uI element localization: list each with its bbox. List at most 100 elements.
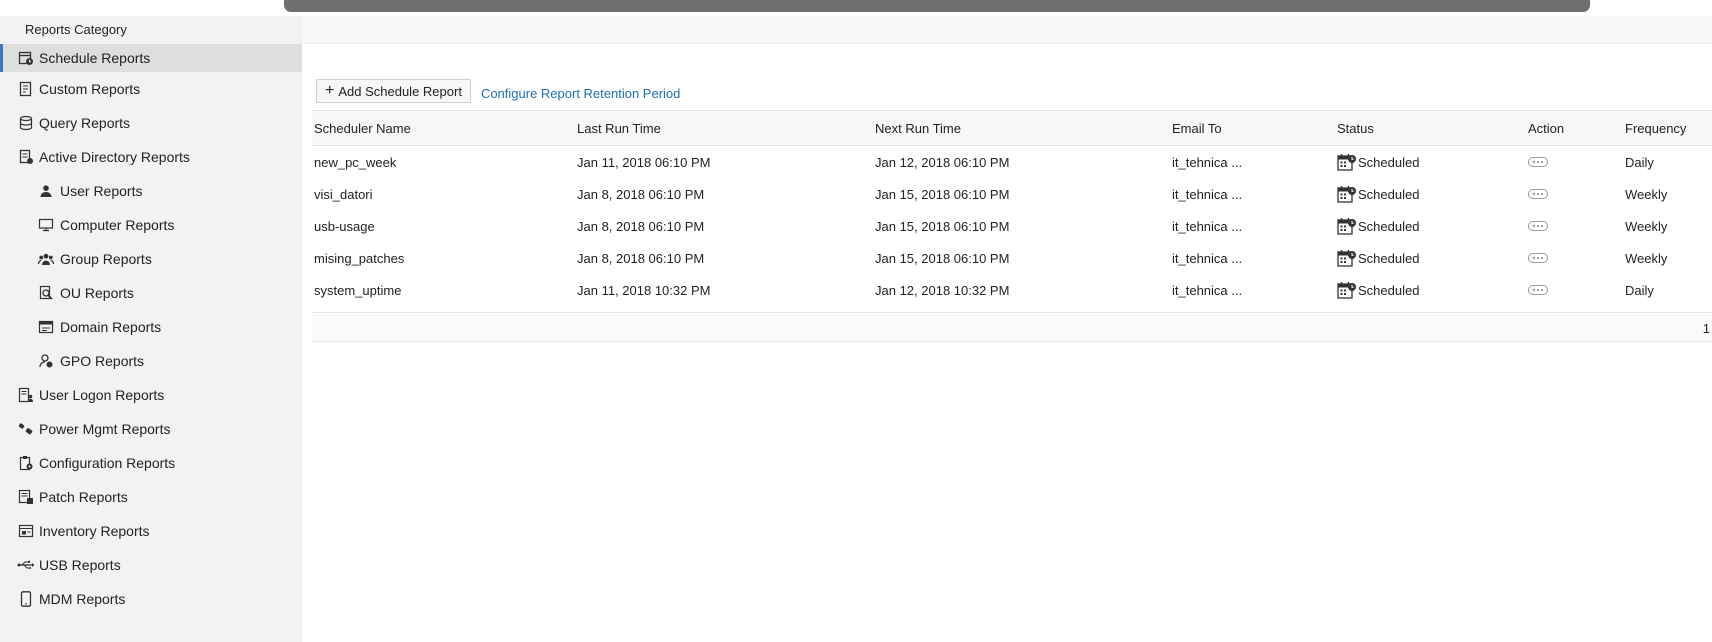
sidebar-item-label: Patch Reports [39,489,128,505]
sidebar-item-group-reports[interactable]: Group Reports [0,242,302,276]
domain-icon [36,317,56,337]
add-schedule-report-button[interactable]: + Add Schedule Report [316,79,471,103]
calendar-clock-icon [1337,153,1357,171]
cell-last-run-time: Jan 8, 2018 06:10 PM [577,218,705,234]
cell-status: Scheduled [1337,210,1419,242]
page-number[interactable]: 1 [1703,321,1710,336]
sidebar-item-label: User Reports [60,183,143,199]
table-row[interactable]: visi_datori Jan 8, 2018 06:10 PM Jan 15, 2… [312,178,1712,210]
computer-icon [36,215,56,235]
sidebar-item-query-reports[interactable]: Query Reports [0,106,302,140]
cell-status: Scheduled [1337,146,1419,178]
cell-frequency: Daily [1625,282,1654,298]
sidebar-item-mdm-reports[interactable]: MDM Reports [0,582,302,616]
cell-last-run-time: Jan 8, 2018 06:10 PM [577,250,705,266]
more-actions-icon[interactable] [1528,221,1548,231]
table-row[interactable]: new_pc_week Jan 11, 2018 06:10 PM Jan 12, … [312,146,1712,178]
table-row[interactable]: usb-usage Jan 8, 2018 06:10 PM Jan 15, 201… [312,210,1712,242]
cell-scheduler-name[interactable]: usb-usage [314,210,375,242]
cell-frequency: Weekly [1625,250,1668,266]
sidebar-item-label: USB Reports [39,557,121,573]
sidebar-item-schedule-reports[interactable]: Schedule Reports [0,44,302,72]
sidebar-item-inventory-reports[interactable]: Inventory Reports [0,514,302,548]
active-directory-icon [16,147,36,167]
cell-last-run-time: Jan 11, 2018 10:32 PM [577,282,711,298]
sidebar-header: Reports Category [25,22,127,37]
custom-reports-icon [16,79,36,99]
column-header-scheduler-name[interactable]: Scheduler Name [314,111,411,145]
sidebar-item-label: Inventory Reports [39,523,150,539]
cell-status: Scheduled [1337,178,1419,210]
table-row[interactable]: system_uptime Jan 11, 2018 10:32 PM Jan 12… [312,274,1712,306]
sidebar-item-custom-reports[interactable]: Custom Reports [0,72,302,106]
cell-last-run-time: Jan 8, 2018 06:10 PM [577,186,705,202]
cell-action [1528,242,1548,274]
cell-frequency: Weekly [1625,218,1668,234]
more-actions-icon[interactable] [1528,157,1548,167]
mobile-device-icon [16,589,36,609]
usb-icon [16,555,36,575]
sidebar-item-gpo-reports[interactable]: GPO Reports [0,344,302,378]
sidebar-item-label: Schedule Reports [39,50,151,66]
top-banner [284,0,1590,12]
more-actions-icon[interactable] [1528,285,1548,295]
column-header-next-run-time[interactable]: Next Run Time [875,111,961,145]
reports-sidebar: Reports Category Schedule Reports Custom … [0,16,302,642]
inventory-icon [16,521,36,541]
sidebar-item-usb-reports[interactable]: USB Reports [0,548,302,582]
cell-scheduler-name[interactable]: mising_patches [314,242,404,274]
main-header-strip [302,16,1712,44]
sidebar-item-label: Query Reports [39,115,131,131]
sidebar-item-configuration-reports[interactable]: Configuration Reports [0,446,302,480]
sidebar-item-label: MDM Reports [39,591,126,607]
sidebar-item-user-reports[interactable]: User Reports [0,174,302,208]
status-text: Scheduled [1358,250,1420,266]
sidebar-item-label: Group Reports [60,251,152,267]
sidebar-item-label: Power Mgmt Reports [39,421,171,437]
sidebar-item-domain-reports[interactable]: Domain Reports [0,310,302,344]
calendar-clock-icon [1337,249,1357,267]
cell-scheduler-name[interactable]: new_pc_week [314,146,396,178]
cell-next-run-time: Jan 15, 2018 06:10 PM [875,250,1010,266]
schedule-reports-table: Scheduler Name Last Run Time Next Run Ti… [312,110,1712,342]
table-body: new_pc_week Jan 11, 2018 06:10 PM Jan 12, … [312,146,1712,306]
configure-retention-link[interactable]: Configure Report Retention Period [481,86,680,101]
sidebar-item-label: Active Directory Reports [39,149,190,165]
sidebar-item-label: Domain Reports [60,319,162,335]
user-logon-icon [16,385,36,405]
sidebar-item-computer-reports[interactable]: Computer Reports [0,208,302,242]
plus-icon: + [325,82,335,99]
sidebar-item-active-directory-reports[interactable]: Active Directory Reports [0,140,302,174]
main-panel: + Add Schedule Report Configure Report R… [302,16,1712,642]
sidebar-item-ou-reports[interactable]: OU Reports [0,276,302,310]
sidebar-item-label: Custom Reports [39,81,141,97]
more-actions-icon[interactable] [1528,253,1548,263]
status-text: Scheduled [1358,218,1420,234]
cell-scheduler-name[interactable]: system_uptime [314,274,401,306]
patch-icon [16,487,36,507]
query-reports-icon [16,113,36,133]
sidebar-item-power-mgmt-reports[interactable]: Power Mgmt Reports [0,412,302,446]
sidebar-item-user-logon-reports[interactable]: User Logon Reports [0,378,302,412]
table-row[interactable]: mising_patches Jan 8, 2018 06:10 PM Jan 15… [312,242,1712,274]
column-header-last-run-time[interactable]: Last Run Time [577,111,661,145]
cell-scheduler-name[interactable]: visi_datori [314,178,373,210]
sidebar-item-label: Computer Reports [60,217,175,233]
calendar-clock-icon [1337,281,1357,299]
group-icon [36,249,56,269]
status-text: Scheduled [1358,154,1420,170]
sidebar-nav: Schedule Reports Custom Reports Query Repo… [0,44,302,616]
toolbar: + Add Schedule Report Configure Report R… [316,78,680,104]
sidebar-item-label: User Logon Reports [39,387,165,403]
schedule-reports-icon [16,48,36,68]
cell-frequency: Daily [1625,154,1654,170]
cell-email-to: it_tehnica ... [1172,218,1243,234]
column-header-frequency[interactable]: Frequency [1625,111,1686,145]
column-header-email-to[interactable]: Email To [1172,111,1222,145]
cell-next-run-time: Jan 12, 2018 10:32 PM [875,282,1010,298]
more-actions-icon[interactable] [1528,189,1548,199]
cell-next-run-time: Jan 15, 2018 06:10 PM [875,218,1010,234]
sidebar-item-patch-reports[interactable]: Patch Reports [0,480,302,514]
column-header-status[interactable]: Status [1337,111,1374,145]
cell-email-to: it_tehnica ... [1172,250,1243,266]
